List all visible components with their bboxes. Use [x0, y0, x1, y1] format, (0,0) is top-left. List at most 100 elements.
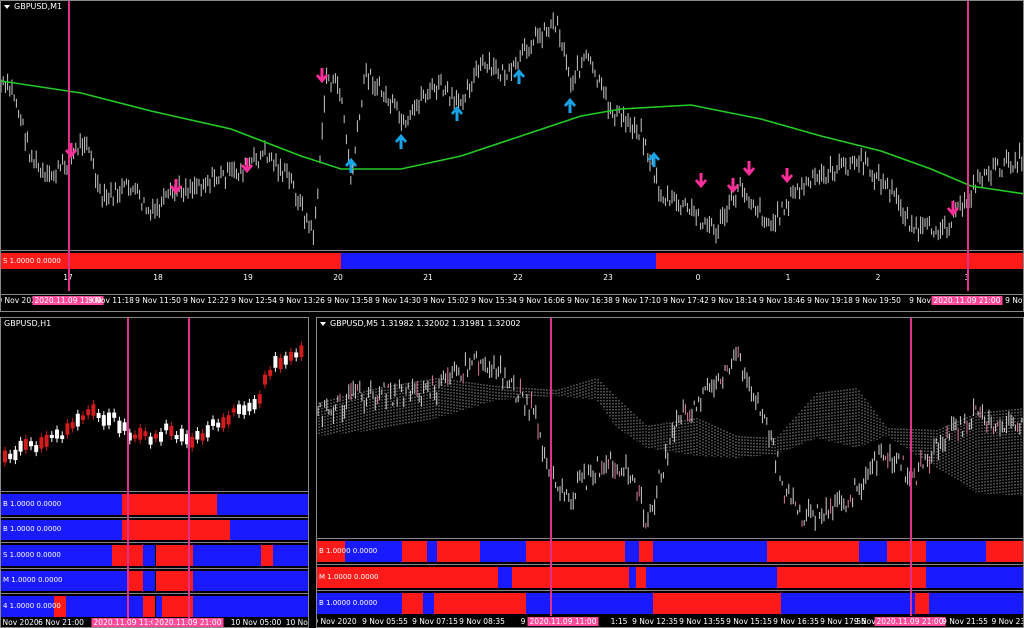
time-tick-label: 9 Nov 18:46 — [759, 296, 805, 305]
time-tick-label: 9 Nov 19:50 — [855, 296, 901, 305]
time-marker-label: 2020.11.09 11:00 — [527, 617, 599, 626]
indicator-label: B 1.0000 0.0000 — [319, 547, 378, 555]
time-marker-label: 2020.11.09 21:00 — [931, 296, 1003, 305]
candle — [65, 419, 70, 439]
candle — [13, 445, 18, 465]
indicator-stack: B 1.0000 0.0000 B 1.0000 0.0000 S 1.0000 0… — [1, 491, 308, 619]
chart-gbpusd-m5[interactable]: GBPUSD,M5 1.31982 1.32002 1.31981 1.3200… — [316, 317, 1024, 628]
candle — [44, 430, 49, 451]
time-tick-label: 1:15 — [610, 617, 628, 626]
arrow-down-icon — [726, 178, 740, 194]
indicator-segment-red — [777, 567, 926, 588]
ichimoku-plot[interactable] — [317, 318, 1024, 538]
time-marker-label: 2020.11.09 21:00 — [874, 617, 946, 626]
candle — [70, 418, 75, 433]
indicator-red-blue[interactable]: S 1.0000 0.0000 — [1, 250, 1023, 271]
indicator-segment-blue — [143, 570, 156, 591]
indicator-segment-red — [121, 494, 218, 515]
day-tick-label: 21 — [423, 273, 433, 282]
candle — [263, 370, 267, 389]
indicator-label: 4 1.0000 0.0000 — [3, 601, 61, 610]
candle — [18, 436, 23, 456]
candle — [133, 430, 137, 443]
time-tick-label: 9 Nov 16:35 — [773, 617, 819, 626]
moving-average-line — [1, 80, 1023, 195]
indicator-segment-blue — [925, 567, 1023, 588]
candle — [231, 404, 236, 417]
indicator-segment-red — [433, 593, 526, 614]
collapse-triangle-icon[interactable] — [4, 4, 10, 9]
candle — [49, 430, 54, 443]
indicator-row[interactable]: B 1.0000 0.0000 — [317, 590, 1023, 616]
time-tick-label: 9 Nov 13:26 — [279, 296, 325, 305]
indicator-row[interactable]: 4 1.0000 0.0000 — [1, 593, 308, 619]
time-tick-label: 10 Nov — [285, 618, 308, 627]
time-tick-label: 9 Nov 2020 — [316, 617, 357, 626]
candle — [34, 441, 39, 457]
candle — [55, 425, 59, 443]
indicator-segment-red — [635, 567, 647, 588]
indicator-label: M 1.0000 0.0000 — [319, 573, 379, 581]
arrow-down-icon — [694, 173, 708, 189]
indicator-segment-red — [143, 596, 156, 617]
candle — [278, 353, 283, 374]
candle — [268, 366, 273, 381]
day-tick-label: 22 — [513, 273, 523, 282]
session-line-left — [550, 318, 552, 616]
indicator-row[interactable]: B 1.0000 0.0000 — [1, 516, 308, 543]
time-tick-label: 9 Nov 15:02 — [423, 296, 469, 305]
arrow-up-icon — [512, 68, 526, 84]
indicator-segment-blue — [272, 545, 308, 566]
price-plot[interactable] — [1, 1, 1024, 251]
indicator-segment-blue — [780, 593, 916, 614]
candle — [39, 433, 44, 453]
candle — [200, 429, 205, 445]
chart-gbpusd-m1[interactable]: GBPUSD,M1 S 1.0000 0.0000 17181920212223… — [0, 0, 1024, 312]
candle — [159, 428, 163, 446]
indicator-segment-blue — [479, 541, 526, 562]
candle — [81, 411, 85, 425]
chart-title: GBPUSD,M5 1.31982 1.32002 1.31981 1.3200… — [320, 319, 521, 328]
chart-gbpusd-h1[interactable]: GBPUSD,H1 B 1.0000 0.0000 B 1.0000 0.0000… — [0, 317, 309, 628]
indicator-label: M 1.0000 0.0000 — [3, 576, 63, 585]
indicator-row[interactable]: M 1.0000 0.0000 — [1, 567, 308, 594]
time-tick-label: 9 Nov 21:55 — [942, 617, 988, 626]
indicator-row[interactable]: B 1.0000 0.0000 — [1, 491, 308, 517]
time-tick-label: 6 Nov 21:00 — [38, 618, 84, 627]
indicator-segment-red — [639, 541, 654, 562]
session-line-right — [910, 318, 912, 616]
indicator-segment-blue — [624, 541, 640, 562]
session-line-right — [188, 318, 190, 618]
indicator-row[interactable]: S 1.0000 0.0000 — [1, 542, 308, 568]
indicator-segment-blue — [929, 593, 1023, 614]
indicator-row[interactable]: B 1.0000 0.0000 — [317, 538, 1023, 564]
candle — [8, 449, 13, 464]
arrow-up-icon — [563, 97, 577, 113]
time-tick-label: 9 Nov 15:34 — [471, 296, 517, 305]
session-line-left — [68, 1, 70, 291]
time-tick-label: 9 Nov 16:38 — [567, 296, 613, 305]
day-tick-label: 0 — [695, 273, 701, 282]
indicator-segment-red — [653, 593, 781, 614]
candle — [283, 351, 288, 369]
candle — [60, 431, 65, 444]
arrow-up-icon — [450, 105, 464, 121]
time-tick-label: 9 Nov 07:15 — [412, 617, 458, 626]
collapse-triangle-icon[interactable] — [320, 321, 326, 326]
time-tick-label: 9 Nov 11:50 — [135, 296, 181, 305]
indicator-stack: B 1.0000 0.0000 M 1.0000 0.0000 B 1.0000 0… — [317, 538, 1023, 616]
candle-plot[interactable] — [1, 318, 309, 490]
indicator-segment-red — [525, 541, 625, 562]
candle — [174, 431, 179, 444]
indicator-label: S 1.0000 0.0000 — [3, 550, 61, 559]
arrow-down-icon — [240, 158, 254, 174]
indicator-label: B 1.0000 0.0000 — [319, 599, 378, 607]
indicator-row[interactable]: M 1.0000 0.0000 — [317, 564, 1023, 590]
indicator-segment-blue — [192, 545, 261, 566]
indicator-segment-blue — [646, 567, 778, 588]
chart-title: GBPUSD,M1 — [4, 2, 62, 11]
candle — [122, 418, 127, 435]
candle — [3, 446, 7, 467]
time-axis: 9 Nov 2020 9 Nov 05:55 9 Nov 07:15 9 Nov 08… — [316, 617, 1023, 627]
time-tick-label: 9 Nov 2020 — [1, 618, 39, 627]
